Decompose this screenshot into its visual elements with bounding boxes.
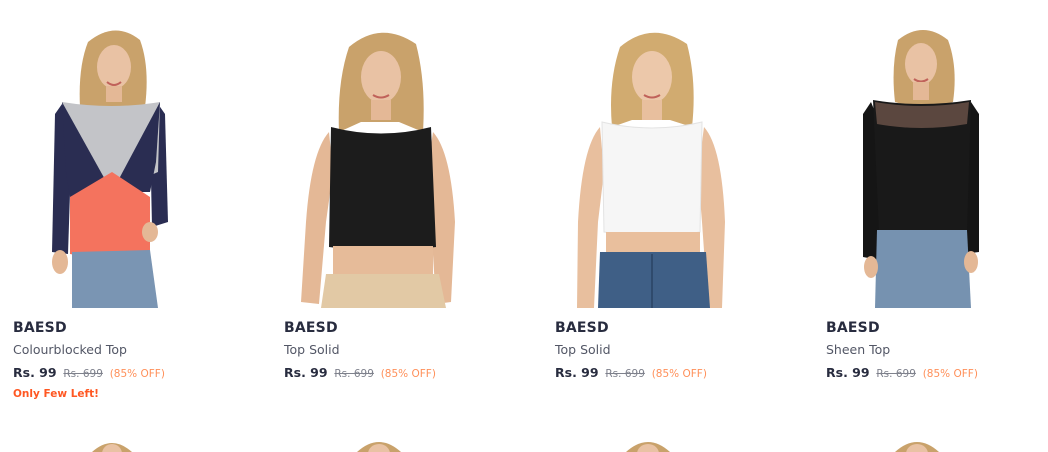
product-brand: BAESD [13,320,67,336]
price-row: Rs. 99 Rs. 699 (85% OFF) [284,365,519,382]
product-card[interactable]: BAESD Sheen Top Rs. 99 Rs. 699 (85% OFF) [813,22,1048,422]
product-price: Rs. 99 [284,365,328,380]
product-name: Top Solid [284,342,340,357]
product-mrp: Rs. 699 [605,368,645,380]
price-row: Rs. 99 Rs. 699 (85% OFF) [826,365,1048,382]
product-image-peek[interactable] [0,432,250,452]
product-discount: (85% OFF) [109,368,165,380]
product-discount: (85% OFF) [380,368,436,380]
product-image[interactable] [813,22,1048,308]
product-image[interactable] [271,22,521,308]
product-grid: BAESD Colourblocked Top Rs. 99 Rs. 699 (… [0,0,1048,452]
product-name: Colourblocked Top [13,342,127,357]
product-name: Top Solid [555,342,611,357]
product-discount: (85% OFF) [922,368,978,380]
product-card[interactable]: BAESD Colourblocked Top Rs. 99 Rs. 699 (… [0,22,250,422]
product-price: Rs. 99 [826,365,870,380]
product-brand: BAESD [826,320,880,336]
product-price: Rs. 99 [555,365,599,380]
product-image[interactable] [542,22,792,308]
product-mrp: Rs. 699 [63,368,103,380]
product-card[interactable]: BAESD Top Solid Rs. 99 Rs. 699 (85% OFF) [271,22,521,422]
product-brand: BAESD [555,320,609,336]
price-row: Rs. 99 Rs. 699 (85% OFF) [555,365,790,382]
product-image-peek[interactable] [813,432,1048,452]
next-product-row [0,432,1048,452]
price-row: Rs. 99 Rs. 699 (85% OFF) [13,365,248,382]
product-mrp: Rs. 699 [334,368,374,380]
product-discount: (85% OFF) [651,368,707,380]
product-image-peek[interactable] [271,432,521,452]
product-brand: BAESD [284,320,338,336]
product-mrp: Rs. 699 [876,368,916,380]
product-card[interactable]: BAESD Top Solid Rs. 99 Rs. 699 (85% OFF) [542,22,792,422]
product-price: Rs. 99 [13,365,57,380]
product-image-peek[interactable] [542,432,792,452]
stock-badge: Only Few Left! [13,388,99,400]
product-image[interactable] [0,22,250,308]
product-name: Sheen Top [826,342,891,357]
